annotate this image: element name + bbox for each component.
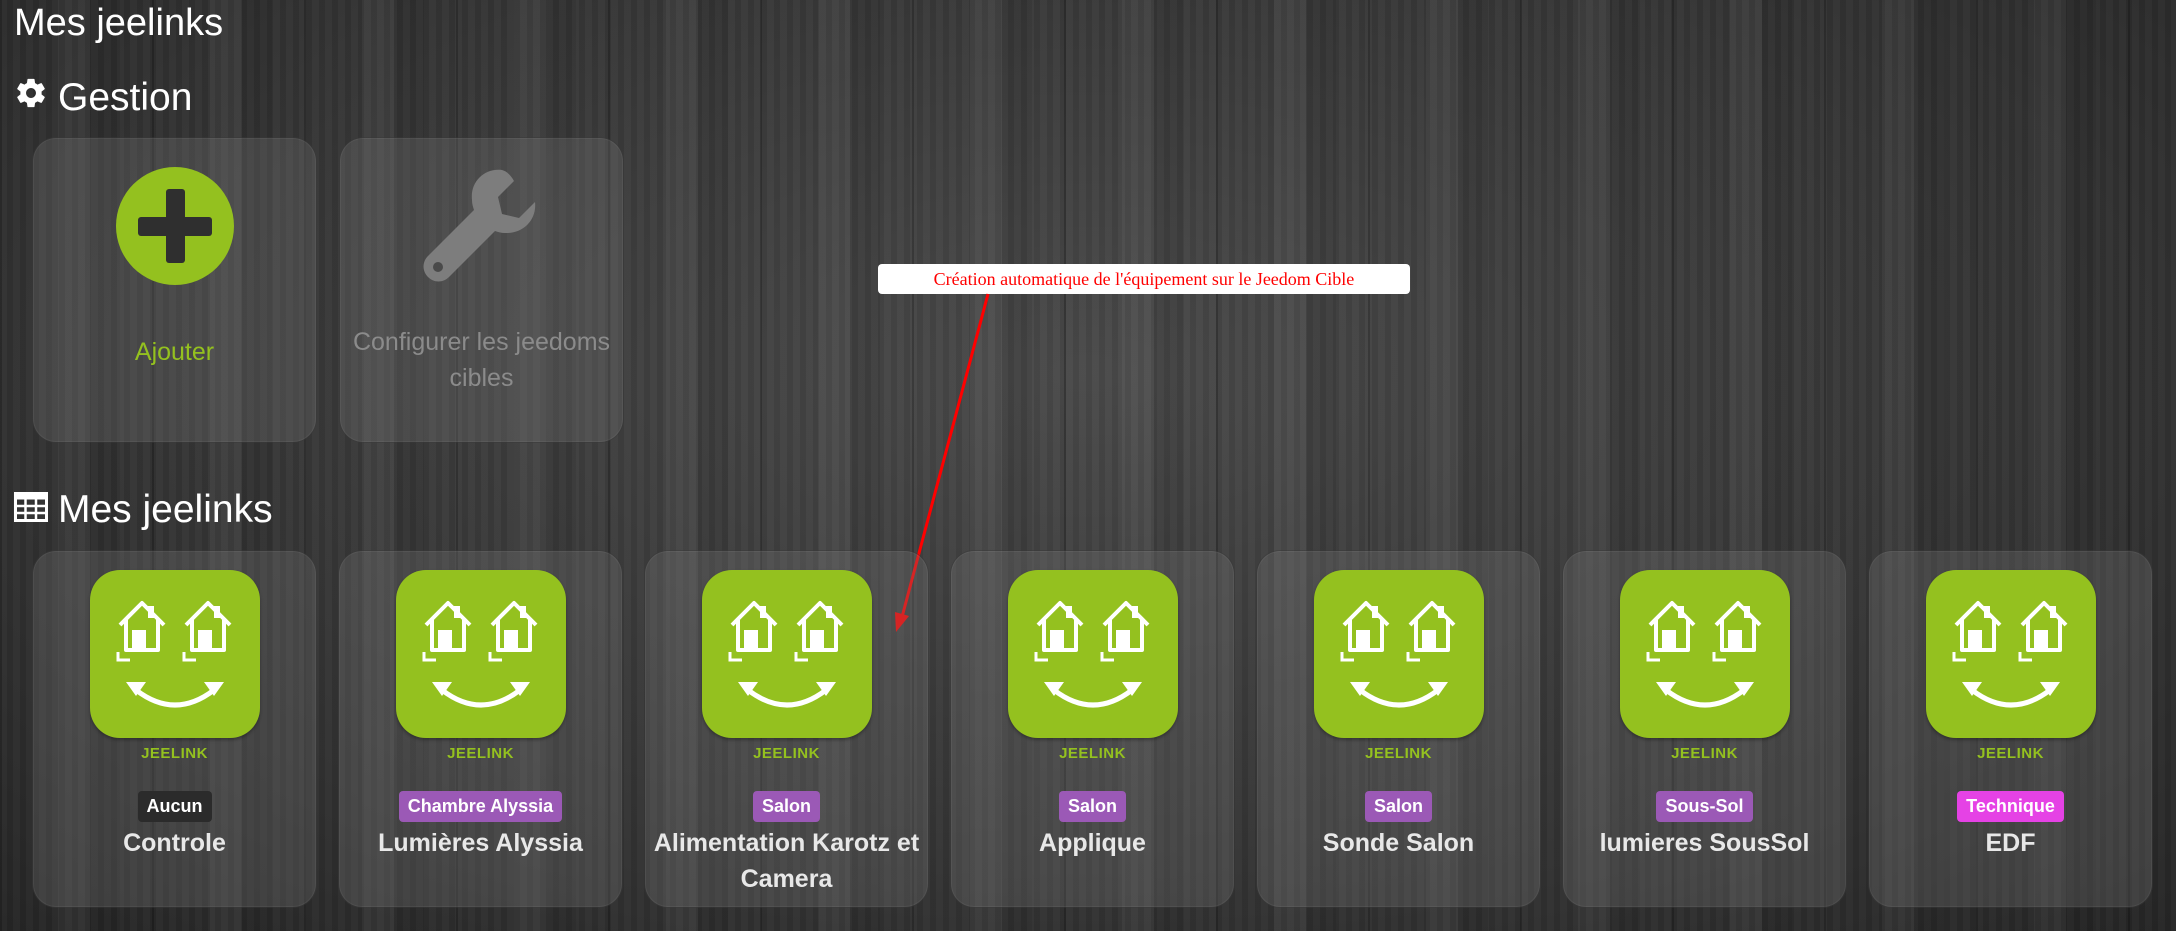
object-badge: Chambre Alyssia	[398, 791, 563, 822]
object-badge: Aucun	[137, 791, 212, 822]
equipment-name: Sonde Salon	[1322, 829, 1475, 857]
plugin-label: JEELINK	[1059, 745, 1126, 762]
equipment-card[interactable]: JEELINK Sous-Sol lumieres SousSol	[1562, 550, 1847, 908]
equipment-name: Applique	[1039, 829, 1146, 857]
object-badge: Technique	[1957, 791, 2064, 822]
jeelink-icon	[396, 570, 566, 738]
equipments-section-label: Mes jeelinks	[58, 488, 273, 531]
plugin-label: JEELINK	[141, 745, 208, 762]
wrench-icon	[423, 169, 536, 282]
gear-icon	[14, 76, 48, 120]
management-section-title: Gestion	[14, 76, 192, 120]
jeelink-icon	[702, 570, 872, 738]
table-icon	[14, 488, 48, 532]
plugin-label: JEELINK	[753, 745, 820, 762]
page-title: Mes jeelinks	[14, 2, 224, 44]
equipment-name: lumieres SousSol	[1599, 829, 1810, 857]
equipment-card[interactable]: JEELINK Technique EDF	[1868, 550, 2153, 908]
plugin-label: JEELINK	[1977, 745, 2044, 762]
object-badge: Sous-Sol	[1656, 791, 1753, 822]
plugin-label: JEELINK	[1365, 745, 1432, 762]
equipment-card[interactable]: JEELINK Salon Alimentation Karotz et Cam…	[644, 550, 929, 908]
equipment-card[interactable]: JEELINK Salon Applique	[950, 550, 1235, 908]
equipment-name: Alimentation Karotz et Camera	[653, 829, 920, 893]
plus-circle-icon	[116, 167, 234, 285]
configure-target-jeedoms-card[interactable]: Configurer les jeedoms cibles	[339, 137, 624, 443]
object-badge: Salon	[1058, 791, 1126, 822]
equipment-card[interactable]: JEELINK Salon Sonde Salon	[1256, 550, 1541, 908]
jeelink-icon	[1620, 570, 1790, 738]
plugin-label: JEELINK	[1671, 745, 1738, 762]
equipments-section-title: Mes jeelinks	[14, 488, 273, 532]
equipment-card[interactable]: JEELINK Aucun Controle	[32, 550, 317, 908]
plugin-label: JEELINK	[447, 745, 514, 762]
equipment-name: Lumières Alyssia	[378, 829, 583, 857]
equipment-card[interactable]: JEELINK Chambre Alyssia Lumières Alyssia	[338, 550, 623, 908]
annotation-callout: Création automatique de l'équipement sur…	[878, 264, 1410, 294]
add-jeelink-card[interactable]: Ajouter	[32, 137, 317, 443]
jeelink-icon	[1008, 570, 1178, 738]
add-label: Ajouter	[134, 338, 215, 366]
equipment-name: Controle	[123, 829, 226, 857]
management-section-label: Gestion	[58, 76, 193, 119]
jeelink-icon	[1314, 570, 1484, 738]
object-badge: Salon	[1364, 791, 1432, 822]
jeelink-icon	[1926, 570, 2096, 738]
equipment-name: EDF	[1985, 829, 2036, 857]
configure-label: Configurer les jeedoms cibles	[352, 328, 611, 392]
object-badge: Salon	[752, 791, 820, 822]
jeelink-icon	[90, 570, 260, 738]
